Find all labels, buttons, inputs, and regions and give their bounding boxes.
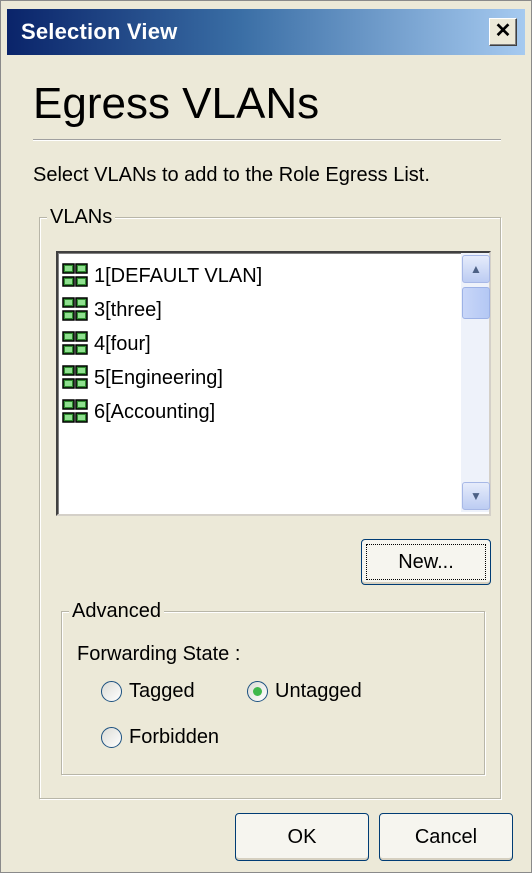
radio-tagged[interactable]: Tagged [101,680,195,703]
vlan-icon [62,297,88,323]
radio-selected-dot [253,687,262,696]
radio-button[interactable] [101,681,122,702]
focus-ring [366,544,486,580]
title-bar[interactable]: Selection View ✕ [7,9,525,55]
heading-divider [33,139,501,141]
radio-button[interactable] [247,681,268,702]
vlan-label: 3[three] [94,298,162,321]
cancel-button[interactable]: Cancel [379,813,513,861]
ok-button-label: OK [287,826,317,848]
selection-view-dialog: Selection View ✕ Egress VLANs Select VLA… [0,0,532,873]
close-button[interactable]: ✕ [489,18,517,46]
vlan-label: 4[four] [94,332,151,355]
vlan-icon [62,263,88,289]
new-vlan-button[interactable]: New... [361,539,491,585]
radio-untagged[interactable]: Untagged [247,680,362,703]
vlan-list-scrollbar[interactable]: ▲ ▼ [461,253,490,512]
scroll-thumb[interactable] [462,287,490,319]
list-item-vlan-4[interactable]: 4[four] [62,327,262,361]
radio-button[interactable] [101,727,122,748]
vlan-icon [62,331,88,357]
vlan-icon [62,399,88,425]
list-item-vlan-3[interactable]: 3[three] [62,293,262,327]
vlan-label: 6[Accounting] [94,400,216,423]
list-item-vlan-1[interactable]: 1[DEFAULT VLAN] [62,259,262,293]
radio-forbidden-label: Forbidden [129,726,220,748]
chevron-up-icon: ▲ [470,262,482,276]
ok-button[interactable]: OK [235,813,369,861]
vlan-label: 1[DEFAULT VLAN] [94,264,263,287]
close-icon: ✕ [494,20,512,42]
radio-untagged-label: Untagged [275,680,362,702]
instructions-text: Select VLANs to add to the Role Egress L… [33,164,430,186]
chevron-down-icon: ▼ [470,489,482,503]
list-item-vlan-6[interactable]: 6[Accounting] [62,395,262,429]
forwarding-state-label: Forwarding State : [77,643,241,665]
vlan-label: 5[Engineering] [94,366,223,389]
cancel-button-label: Cancel [414,826,478,848]
vlans-group-label: VLANs [47,206,116,229]
vlan-list[interactable]: 1[DEFAULT VLAN] 3[three] 4[four] 5[Engin… [56,251,491,516]
window-title: Selection View [21,19,178,44]
scroll-down-button[interactable]: ▼ [462,482,490,510]
list-item-vlan-5[interactable]: 5[Engineering] [62,361,262,395]
radio-tagged-label: Tagged [129,680,195,702]
radio-forbidden[interactable]: Forbidden [101,726,219,749]
vlan-icon [62,365,88,391]
advanced-group-label: Advanced [69,600,164,623]
page-title: Egress VLANs [33,79,320,128]
scroll-up-button[interactable]: ▲ [462,255,490,283]
